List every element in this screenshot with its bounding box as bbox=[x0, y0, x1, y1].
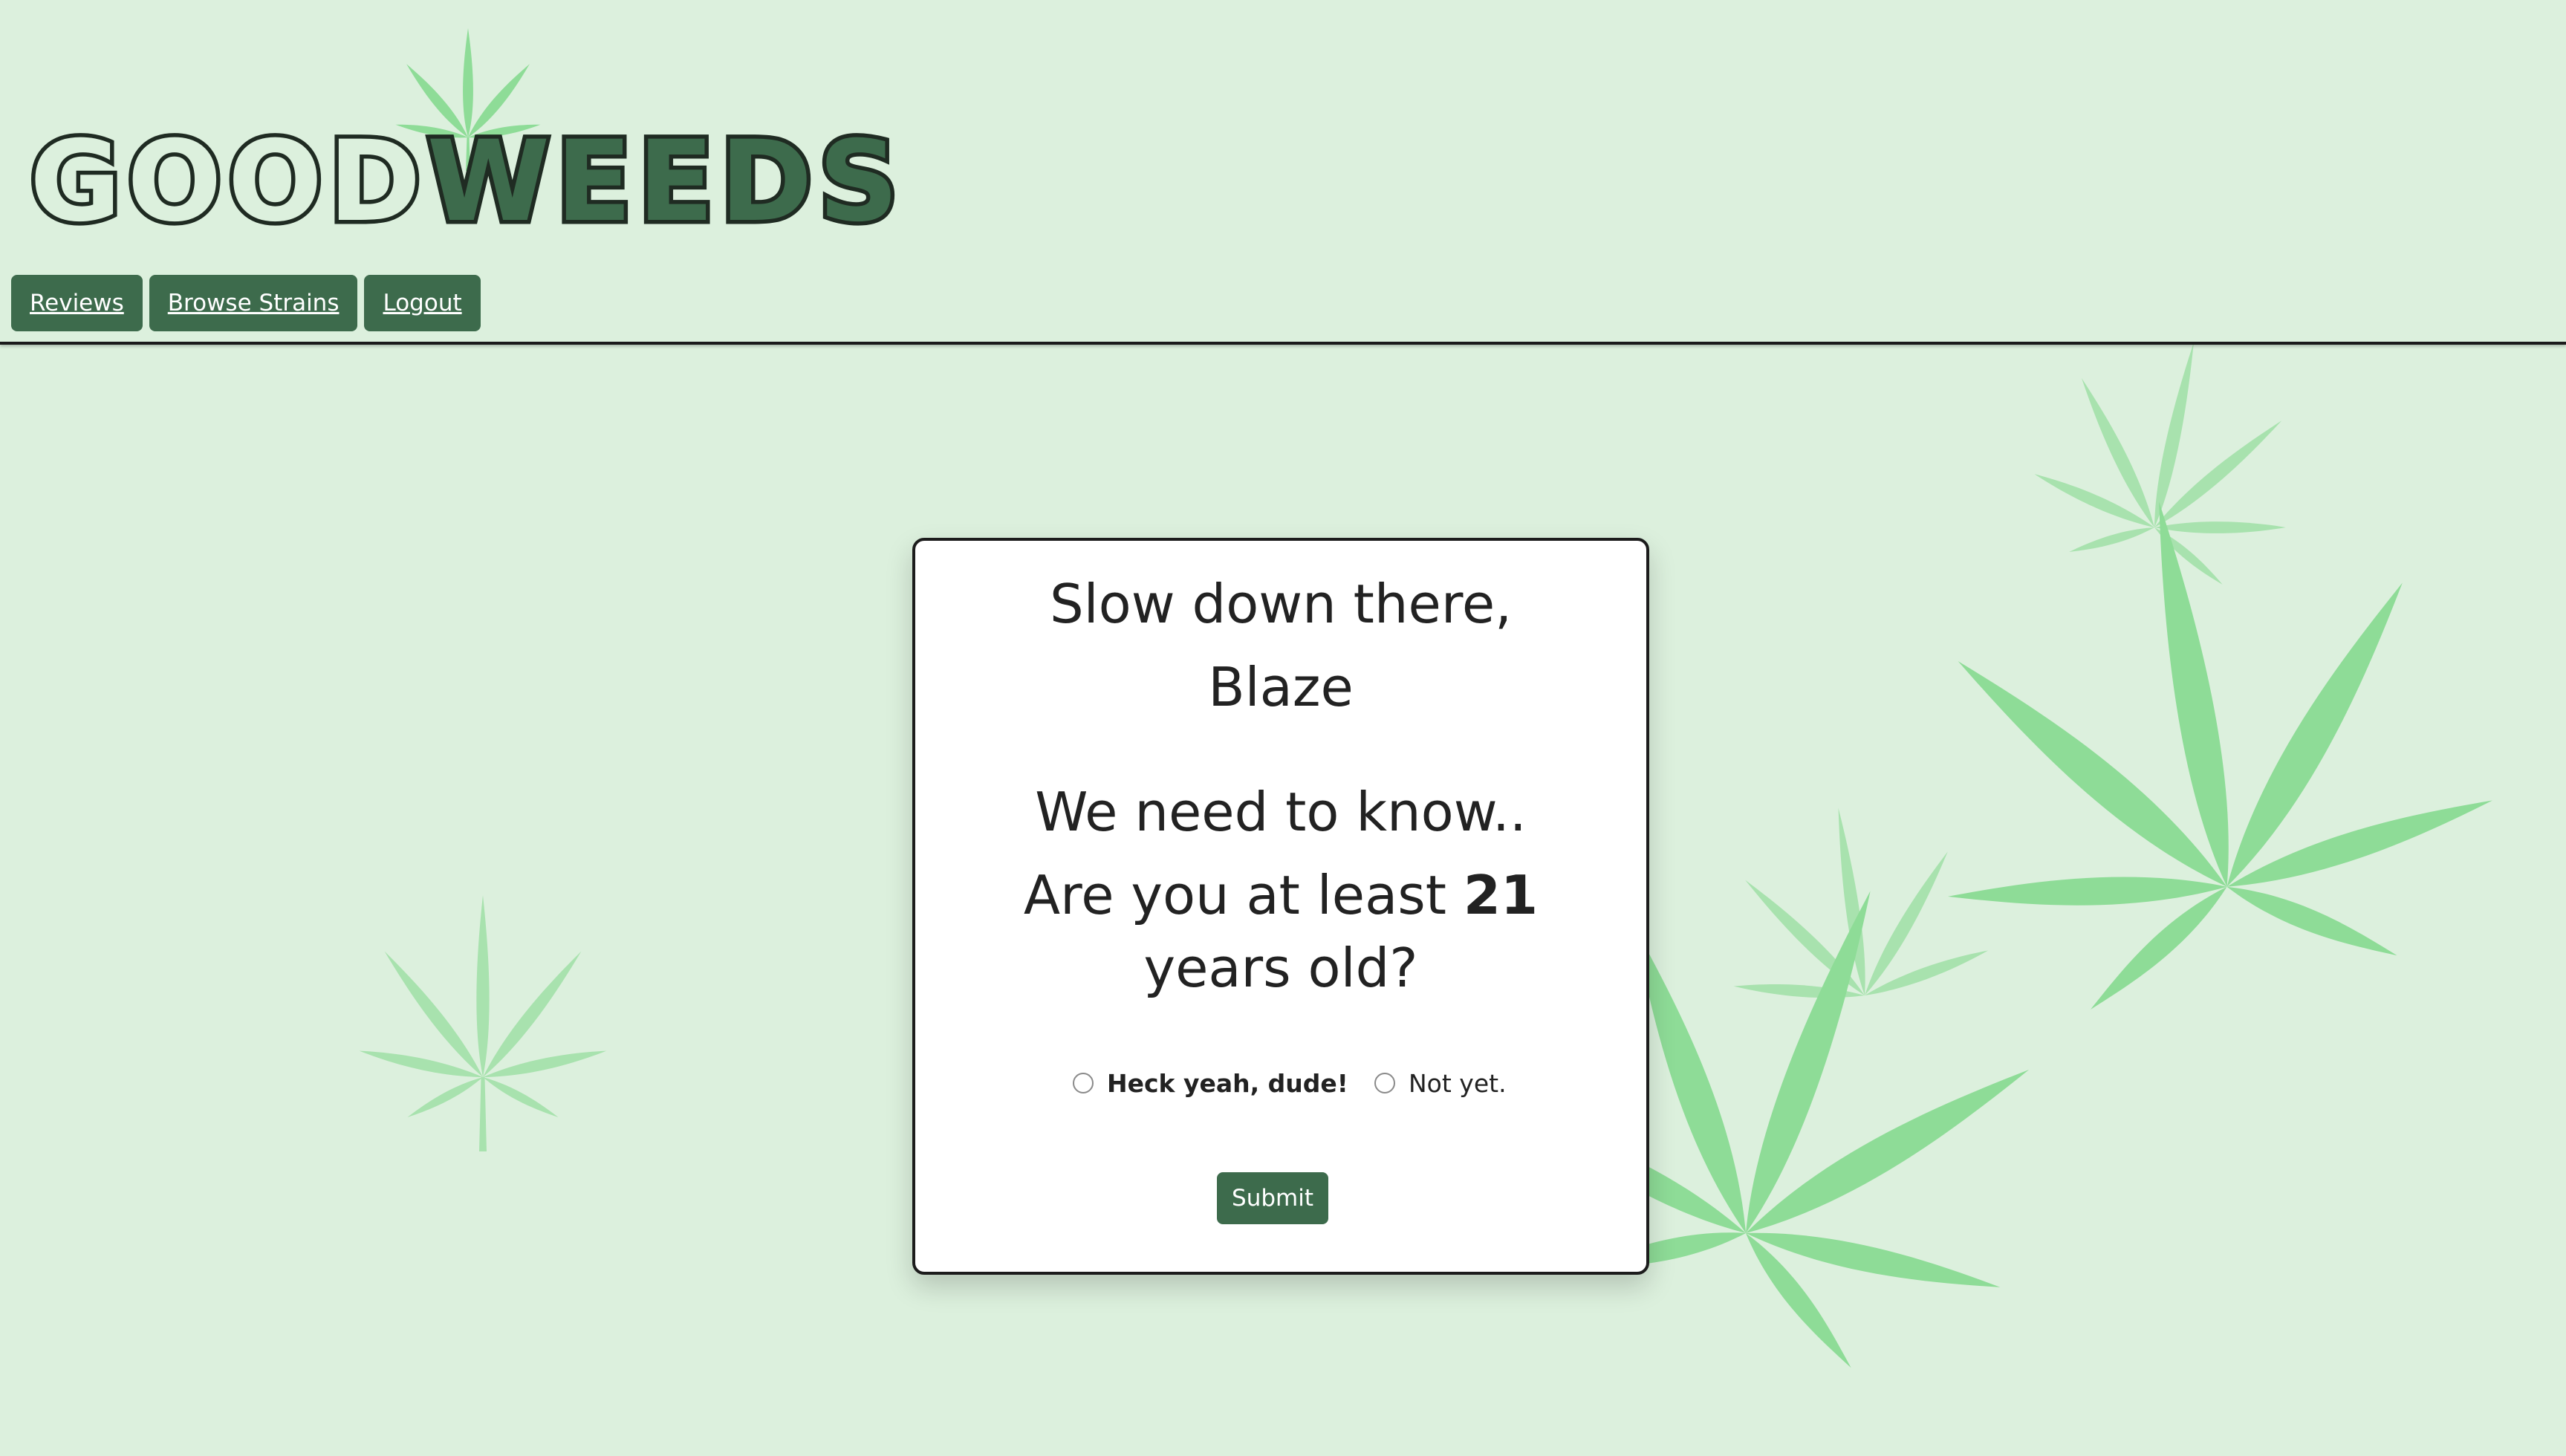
logo-text-good: GOOD bbox=[26, 115, 427, 250]
question-prefix: Are you at least bbox=[1023, 864, 1464, 926]
option-no[interactable]: Not yet. bbox=[1374, 1061, 1507, 1105]
cannabis-leaf-icon bbox=[359, 895, 607, 1151]
age-options: Heck yeah, dude! Not yet. bbox=[915, 1061, 1646, 1105]
question-age-number: 21 bbox=[1463, 864, 1539, 926]
logo-text-weeds: WEEDS bbox=[423, 115, 905, 250]
radio-button-yes[interactable] bbox=[1073, 1073, 1094, 1093]
main-nav: Reviews Browse Strains Logout bbox=[11, 275, 481, 331]
question-intro: We need to know.. bbox=[1035, 781, 1527, 843]
logo-wordmark: GOODWEEDS bbox=[26, 115, 905, 250]
option-yes[interactable]: Heck yeah, dude! bbox=[1073, 1061, 1348, 1105]
greeting-line-1: Slow down there, bbox=[1049, 573, 1513, 635]
age-verification-card: Slow down there, Blaze We need to know..… bbox=[912, 538, 1649, 1275]
question-age-line: Are you at least 21 bbox=[915, 862, 1646, 929]
nav-logout-button[interactable]: Logout bbox=[364, 275, 481, 331]
nav-reviews-button[interactable]: Reviews bbox=[11, 275, 143, 331]
option-yes-label: Heck yeah, dude! bbox=[1107, 1068, 1348, 1098]
submit-button[interactable]: Submit bbox=[1217, 1172, 1328, 1224]
question-line-3: years old? bbox=[1143, 937, 1418, 999]
site-header: GOODWEEDS Reviews Browse Strains Logout bbox=[0, 0, 2566, 345]
radio-button-no[interactable] bbox=[1374, 1073, 1395, 1093]
greeting-user-name: Blaze bbox=[1208, 656, 1354, 718]
option-no-label: Not yet. bbox=[1409, 1068, 1507, 1098]
site-logo[interactable]: GOODWEEDS bbox=[26, 28, 903, 250]
nav-browse-strains-button[interactable]: Browse Strains bbox=[149, 275, 358, 331]
